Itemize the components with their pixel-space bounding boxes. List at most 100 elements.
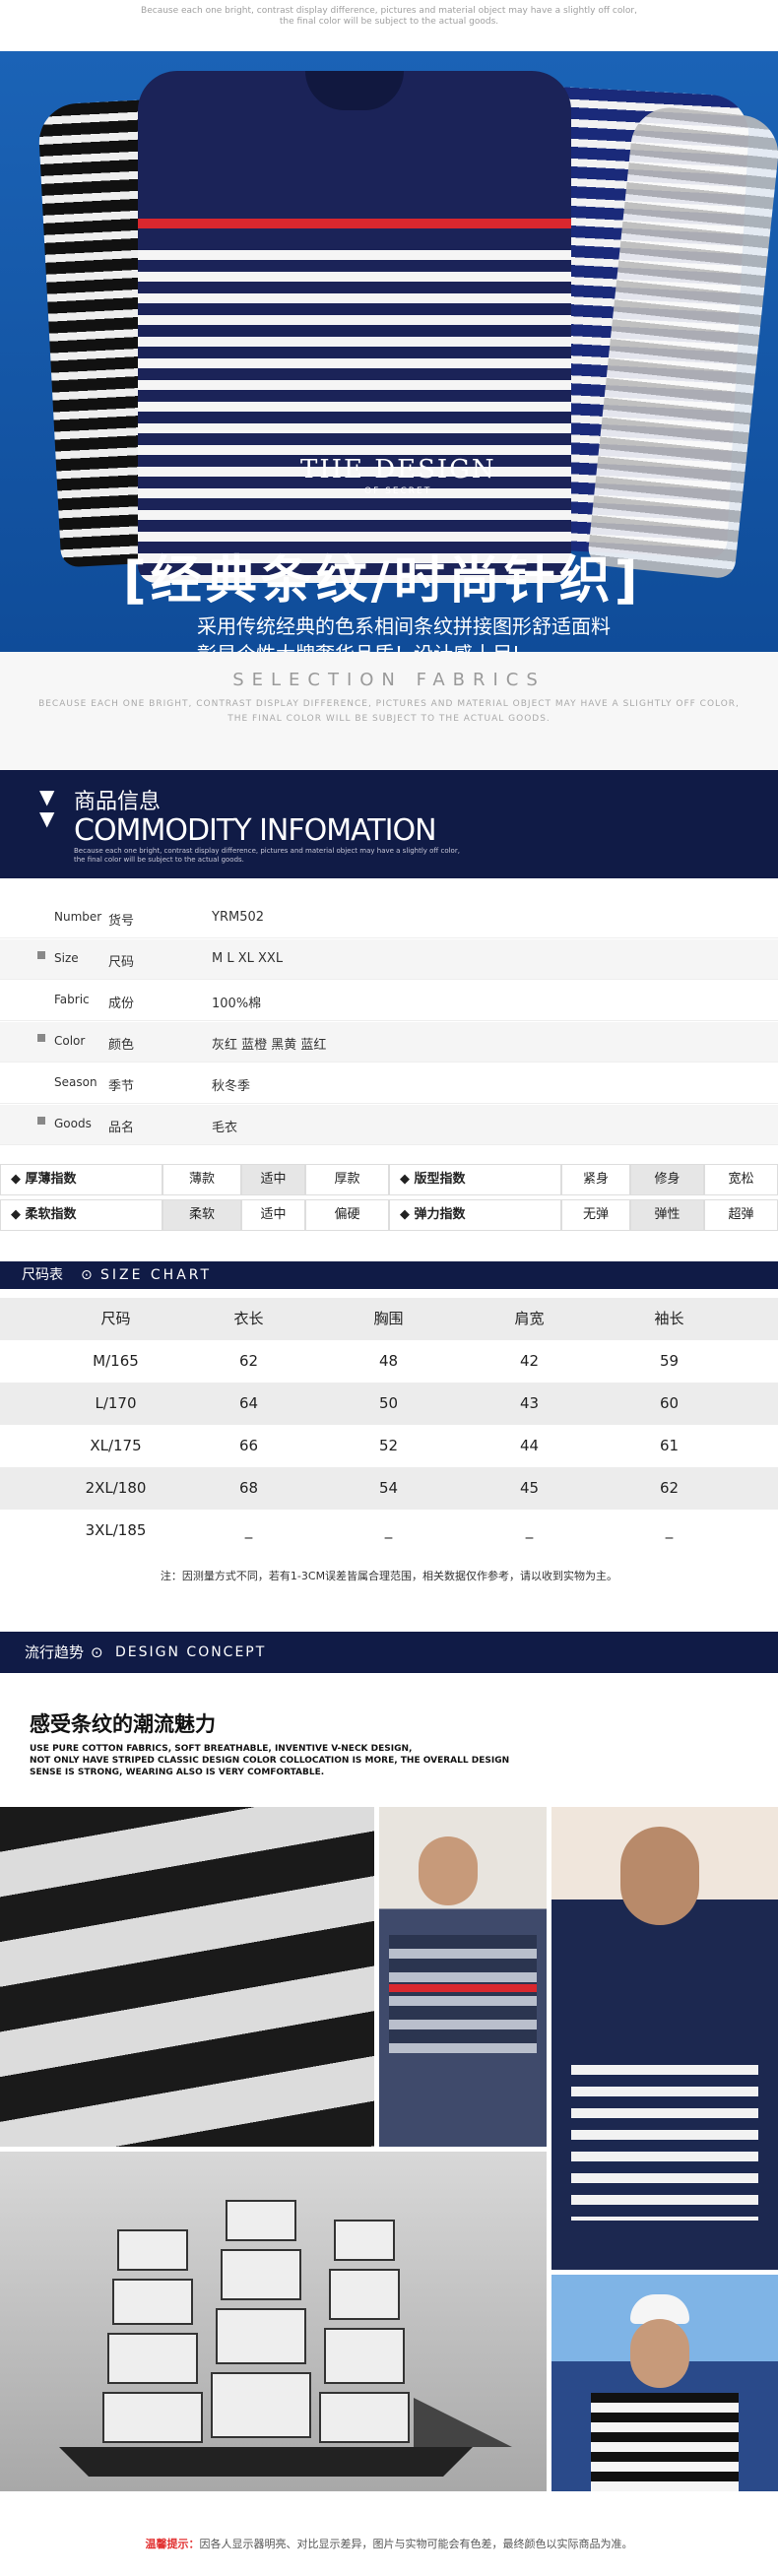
- index-option: 厚款: [305, 1164, 389, 1195]
- model-photo-navy-sweater: [551, 1807, 778, 2270]
- concept-en-title: DESIGN CONCEPT: [115, 1644, 267, 1660]
- bullet-square-icon: [37, 951, 45, 959]
- top-disclaimer: Because each one bright, contrast displa…: [0, 6, 778, 28]
- size-table-header-row: 尺码 衣长 胸围 肩宽 袖长: [0, 1298, 778, 1340]
- commodity-cn-title: 商品信息: [74, 790, 162, 814]
- size-chart-en-title: SIZE CHART: [100, 1267, 213, 1283]
- info-row-goods: Goods 品名 毛衣: [0, 1105, 778, 1145]
- table-row: XL/175 66 52 44 61: [0, 1425, 778, 1467]
- index-option: 宽松: [704, 1164, 778, 1195]
- top-disclaimer-line1: Because each one bright, contrast displa…: [141, 6, 637, 16]
- commodity-header: ▼ ▼ 商品信息 COMMODITY INFOMATION Because eac…: [0, 770, 778, 878]
- size-cell: 50: [378, 1394, 399, 1412]
- size-cell: 59: [659, 1352, 680, 1370]
- softness-index-label: ◆ 柔软指数: [0, 1199, 162, 1231]
- size-cell: XL/175: [90, 1437, 142, 1454]
- design-concept-header: 流行趋势 ⊙ DESIGN CONCEPT: [0, 1632, 778, 1673]
- index-option: 紧身: [561, 1164, 630, 1195]
- concept-desc-line3: SENSE IS STRONG, WEARING ALSO IS VERY CO…: [30, 1768, 325, 1777]
- bottom-reminder-label: 温馨提示：: [145, 2538, 200, 2550]
- chevron-down-icon: ⊙: [81, 1267, 93, 1283]
- concept-cn-title: 流行趋势: [25, 1643, 85, 1661]
- size-col-header: 衣长: [233, 1310, 264, 1327]
- model-photo-sailor: [551, 2275, 778, 2491]
- size-cell: 3XL/185: [85, 1521, 147, 1539]
- size-cell: _: [384, 1521, 393, 1539]
- size-cell: L/170: [95, 1394, 137, 1412]
- size-chart-cn-title: 尺码表: [22, 1267, 63, 1283]
- size-cell: 66: [238, 1437, 259, 1454]
- index-option-selected: 弹性: [630, 1199, 704, 1231]
- design-subtext: OF SECRET: [364, 486, 432, 496]
- info-label-en: Size: [54, 951, 79, 965]
- info-row-number: Number 货号 YRM502: [0, 898, 778, 938]
- info-value: M L XL XXL: [212, 951, 284, 966]
- size-chart-note: 注：因测量方式不同，若有1-3CM误差皆属合理范围，相关数据仅作参考，请以收到实…: [160, 1570, 618, 1582]
- commodity-en-title: COMMODITY INFOMATION: [74, 813, 437, 848]
- info-row-fabric: Fabric 成份 100%棉: [0, 981, 778, 1021]
- info-label-cn: 成份: [108, 997, 135, 1011]
- fabrics-title: SELECTION FABRICS: [232, 670, 546, 690]
- top-disclaimer-line2: the final color will be subject to the a…: [279, 17, 499, 27]
- size-cell: 54: [378, 1479, 399, 1497]
- size-cell: 62: [659, 1479, 680, 1497]
- sailing-ship-photo: [0, 2152, 547, 2491]
- info-label-cn: 品名: [108, 1121, 135, 1135]
- commodity-note-2: the final color will be subject to the a…: [74, 856, 244, 864]
- fabrics-line2: THE FINAL COLOR WILL BE SUBJECT TO THE A…: [227, 714, 551, 724]
- bottom-reminder-text: 因各人显示器明亮、对比显示差异，图片与实物可能会有色差，最终颜色以实际商品为准。: [199, 2538, 633, 2550]
- size-cell: 62: [238, 1352, 259, 1370]
- chevron-down-icon: ⊙: [91, 1643, 103, 1661]
- concept-headline: 感受条纹的潮流魅力: [30, 1712, 216, 1736]
- concept-desc-line2: NOT ONLY HAVE STRIPED CLASSIC DESIGN COL…: [30, 1756, 510, 1766]
- index-option-selected: 柔软: [162, 1199, 241, 1231]
- size-cell: 44: [519, 1437, 540, 1454]
- size-cell: 60: [659, 1394, 680, 1412]
- commodity-note-1: Because each one bright, contrast displa…: [74, 847, 460, 855]
- info-value: 灰红 蓝橙 黑黄 蓝红: [212, 1038, 327, 1053]
- hero-title: [经典条纹/时尚针织]: [123, 551, 642, 611]
- size-cell: 45: [519, 1479, 540, 1497]
- index-option: 薄款: [162, 1164, 241, 1195]
- info-row-season: Season 季节 秋冬季: [0, 1063, 778, 1104]
- selection-fabrics: SELECTION FABRICS BECAUSE EACH ONE BRIGH…: [0, 652, 778, 770]
- model-photo-navy-stripe: [379, 1807, 547, 2147]
- table-row: M/165 62 48 42 59: [0, 1340, 778, 1383]
- info-value: YRM502: [212, 910, 265, 925]
- info-label-en: Season: [54, 1075, 97, 1089]
- info-label-cn: 颜色: [108, 1038, 135, 1053]
- elastic-index-label: ◆ 弹力指数: [389, 1199, 561, 1231]
- bullet-square-icon: [37, 1034, 45, 1042]
- size-col-header: 肩宽: [514, 1310, 545, 1327]
- info-row-color: Color 颜色 灰红 蓝橙 黑黄 蓝红: [0, 1022, 778, 1063]
- info-label-en: Color: [54, 1034, 86, 1048]
- size-cell: 64: [238, 1394, 259, 1412]
- info-label-en: Fabric: [54, 993, 90, 1006]
- size-cell: 61: [659, 1437, 680, 1454]
- model-photo-bw-striped: [0, 1807, 374, 2147]
- size-cell: 68: [238, 1479, 259, 1497]
- concept-desc-line1: USE PURE COTTON FABRICS, SOFT BREATHABLE…: [30, 1744, 413, 1754]
- info-label-en: Number: [54, 910, 102, 924]
- info-label-en: Goods: [54, 1117, 92, 1130]
- design-text: THE DESIGN: [300, 455, 496, 484]
- table-row: 3XL/185 _ _ _ _: [0, 1510, 778, 1552]
- info-label-cn: 季节: [108, 1079, 135, 1094]
- chevron-down-icon: ▼ ▼: [39, 785, 55, 830]
- info-value: 毛衣: [212, 1121, 238, 1135]
- index-option: 无弹: [561, 1199, 630, 1231]
- size-col-header: 胸围: [373, 1310, 404, 1327]
- index-option-selected: 修身: [630, 1164, 704, 1195]
- size-cell: 2XL/180: [85, 1479, 147, 1497]
- size-chart-header: 尺码表 ⊙ SIZE CHART: [0, 1261, 778, 1289]
- hero-subtitle-1: 采用传统经典的色系相间条纹拼接图形舒适面料: [197, 614, 611, 638]
- size-cell: 48: [378, 1352, 399, 1370]
- size-cell: _: [525, 1521, 534, 1539]
- bullet-square-icon: [37, 1117, 45, 1125]
- thickness-index-label: ◆ 厚薄指数: [0, 1164, 162, 1195]
- size-cell: _: [244, 1521, 253, 1539]
- table-row: L/170 64 50 43 60: [0, 1383, 778, 1425]
- info-label-cn: 货号: [108, 914, 135, 929]
- index-table: ◆ 厚薄指数 薄款 适中 厚款 ◆ 版型指数 紧身 修身 宽松 ◆ 柔软指数 柔…: [0, 1164, 778, 1238]
- bottom-reminder: 温馨提示：因各人显示器明亮、对比显示差异，图片与实物可能会有色差，最终颜色以实际…: [0, 2536, 778, 2551]
